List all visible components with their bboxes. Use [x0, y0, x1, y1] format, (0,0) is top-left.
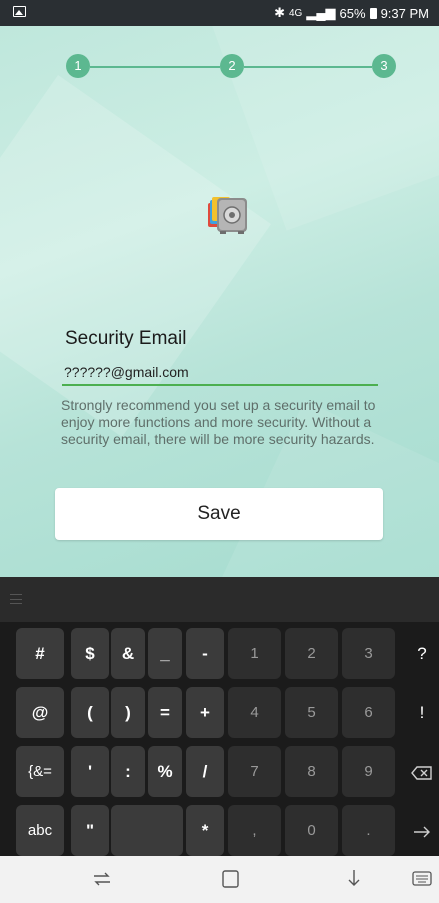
key-percent[interactable]: % [148, 746, 182, 797]
key-apostrophe[interactable]: ' [71, 746, 109, 797]
step-connector [244, 66, 372, 68]
key-symbols-toggle[interactable]: {&= [16, 746, 64, 797]
key-slash[interactable]: / [186, 746, 224, 797]
page-title: Security Email [65, 328, 187, 349]
key-dollar[interactable]: $ [71, 628, 109, 679]
save-button[interactable]: Save [55, 488, 383, 540]
key-9[interactable]: 9 [342, 746, 395, 797]
signal-icon: ▂▄▆ [306, 5, 336, 20]
key-underscore[interactable]: _ [148, 628, 182, 679]
key-at[interactable]: @ [16, 687, 64, 738]
enter-arrow-icon [414, 826, 430, 838]
status-bar: ✱ 4G ▂▄▆ 65% 9:37 PM [0, 0, 439, 26]
keyboard-switch-icon[interactable] [410, 866, 434, 892]
key-1[interactable]: 1 [228, 628, 281, 679]
battery-icon [369, 7, 377, 19]
key-period[interactable]: . [342, 805, 395, 856]
keyboard-menu-icon[interactable] [10, 594, 22, 604]
step-2: 2 [220, 54, 244, 78]
keyboard-toolbar [0, 577, 439, 622]
key-6[interactable]: 6 [342, 687, 395, 738]
recent-apps-icon[interactable] [88, 866, 116, 892]
system-navigation-bar [0, 856, 439, 903]
backspace-icon [411, 765, 432, 780]
key-question[interactable]: ? [405, 628, 439, 679]
key-close-paren[interactable]: ) [111, 687, 145, 738]
network-type: 4G [288, 7, 303, 19]
key-open-paren[interactable]: ( [71, 687, 109, 738]
security-email-screen: 1 2 3 Security Email Strongly recommend … [0, 26, 439, 577]
key-double-quote[interactable]: " [71, 805, 109, 856]
home-icon[interactable] [216, 866, 244, 892]
key-7[interactable]: 7 [228, 746, 281, 797]
key-4[interactable]: 4 [228, 687, 281, 738]
battery-percent: 65% [339, 5, 366, 21]
step-connector [90, 66, 220, 68]
key-5[interactable]: 5 [285, 687, 338, 738]
key-plus[interactable]: + [186, 687, 224, 738]
key-3[interactable]: 3 [342, 628, 395, 679]
key-2[interactable]: 2 [285, 628, 338, 679]
progress-stepper: 1 2 3 [66, 54, 396, 80]
hide-keyboard-icon[interactable] [340, 866, 368, 892]
clock: 9:37 PM [380, 5, 429, 21]
key-backspace[interactable] [405, 746, 439, 797]
key-comma[interactable]: , [228, 805, 281, 856]
step-1: 1 [66, 54, 90, 78]
security-email-description: Strongly recommend you set up a security… [61, 397, 376, 447]
key-equals[interactable]: = [148, 687, 182, 738]
key-ampersand[interactable]: & [111, 628, 145, 679]
key-8[interactable]: 8 [285, 746, 338, 797]
status-right: ✱ 4G ▂▄▆ 65% 9:37 PM [274, 5, 429, 21]
key-space[interactable] [111, 805, 183, 856]
symbol-keyboard: # $ & _ - 1 2 3 ? @ ( ) = + 4 5 6 ! {&= … [0, 622, 439, 856]
key-0[interactable]: 0 [285, 805, 338, 856]
key-asterisk[interactable]: * [186, 805, 224, 856]
step-3: 3 [372, 54, 396, 78]
key-colon[interactable]: : [111, 746, 145, 797]
key-dash[interactable]: - [186, 628, 224, 679]
key-hash[interactable]: # [16, 628, 64, 679]
key-exclamation[interactable]: ! [405, 687, 439, 738]
security-email-input[interactable] [62, 360, 378, 386]
key-enter[interactable] [405, 805, 439, 856]
key-abc[interactable]: abc [16, 805, 64, 856]
app-lock-logo-icon [208, 197, 247, 234]
bluetooth-icon: ✱ [274, 5, 285, 20]
image-notification-icon [13, 6, 26, 17]
